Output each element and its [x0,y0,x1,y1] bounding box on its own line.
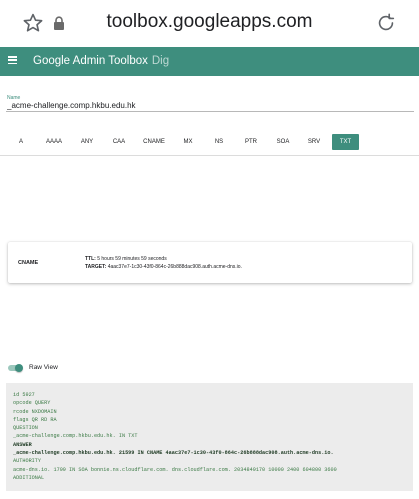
raw-line-id: id 5927 [13,392,35,398]
raw-output-panel: id 5927 opcode QUERY rcode NXDOMAIN flag… [6,383,413,491]
target-label: TARGET: [85,264,107,270]
record-type-txt-button[interactable]: TXT [332,134,359,150]
target-value: 4aac37e7-1c30-43f0-864c-26b888dac908.aut… [107,264,242,270]
raw-line-question-header: QUESTION [13,425,38,432]
ttl-value: 5 hours 59 minutes 59 seconds [97,256,167,262]
result-record-type: CNAME [18,260,39,266]
result-target: TARGET: 4aac37e7-1c30-43f0-864c-26b888da… [85,264,242,270]
record-type-soa-button[interactable]: SOA [272,134,294,150]
tool-name: Dig [151,55,170,67]
record-type-a-button[interactable]: A [13,134,29,150]
ttl-label: TTL: [85,256,96,262]
browser-bar: toolbox.googleapps.com [0,0,419,47]
record-type-aaaa-button[interactable]: AAAA [40,134,68,150]
record-type-ptr-button[interactable]: PTR [240,134,262,150]
record-type-mx-button[interactable]: MX [178,134,198,150]
record-type-srv-button[interactable]: SRV [303,134,325,150]
raw-line-rcode: rcode NXDOMAIN [13,408,57,415]
raw-line-authority: acme-dns.io. 1799 IN SOA bonnie.ns.cloud… [13,466,337,473]
raw-line-question: _acme-challenge.comp.hkbu.edu.hk. IN TXT [13,433,138,440]
url-text[interactable]: toolbox.googleapps.com [0,11,419,33]
record-type-ns-button[interactable]: NS [209,134,229,150]
menu-icon[interactable] [8,56,17,65]
raw-line-additional-header: ADDITIONAL [13,474,45,481]
raw-line-opcode: opcode QUERY [13,400,51,407]
toggle-knob [15,364,23,372]
record-type-any-button[interactable]: ANY [76,134,98,150]
record-type-toolbar: A AAAA ANY CAA CNAME MX NS PTR SOA SRV T… [0,134,419,150]
app-header: Google Admin Toolbox Dig [0,47,419,76]
record-type-caa-button[interactable]: CAA [108,134,130,150]
result-card: CNAME TTL: 5 hours 59 minutes 59 seconds… [8,242,412,283]
raw-line-answer: _acme-challenge.comp.hkbu.edu.hk. 21599 … [13,450,334,457]
raw-view-label: Raw View [29,364,58,371]
app-name: Google Admin Toolbox [33,55,148,67]
reload-icon[interactable] [375,12,397,34]
raw-line-authority-header: AUTHORITY [13,458,42,465]
raw-view-toggle[interactable] [7,364,23,372]
result-ttl: TTL: 5 hours 59 minutes 59 seconds [85,256,167,262]
record-type-cname-button[interactable]: CNAME [138,134,170,150]
raw-line-answer-header: ANSWER [13,441,32,448]
name-input[interactable] [6,100,414,112]
raw-line-flags: flags QR RD RA [13,416,57,423]
app-title: Google Admin Toolbox Dig [33,55,169,67]
toolbar-divider [0,155,419,156]
